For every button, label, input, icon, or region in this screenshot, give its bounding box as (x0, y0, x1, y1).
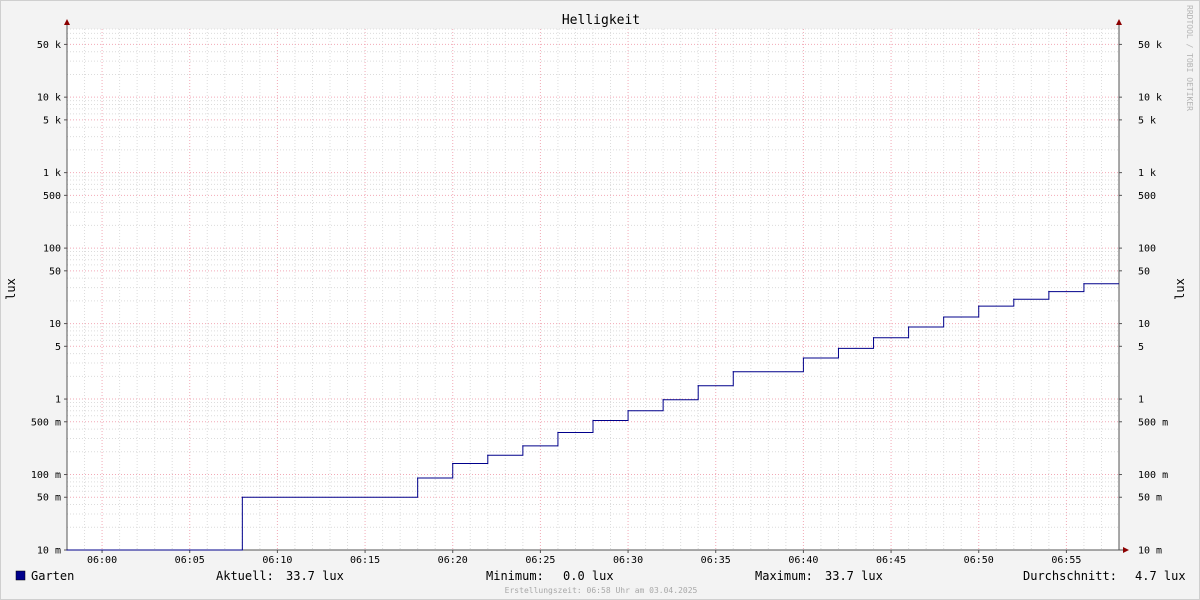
y-tick-label-right: 10 m (1138, 546, 1162, 557)
y-tick-label-left: 50 (49, 266, 61, 277)
y-tick-label-right: 500 m (1138, 417, 1168, 428)
x-tick-label: 06:55 (1051, 555, 1081, 566)
y-axis-label-right: lux (1173, 278, 1187, 300)
x-tick-label: 06:35 (701, 555, 731, 566)
chart-svg: Helligkeit RRDTOOL / TOBI OETIKER 10 m50… (4, 5, 1194, 595)
y-tick-label-left: 50 k (37, 40, 61, 51)
legend-series-name: Garten (31, 569, 74, 583)
y-tick-label-left: 500 (43, 191, 61, 202)
data-point (802, 357, 805, 359)
y-tick-label-left: 1 (55, 395, 61, 406)
x-tick-label: 06:15 (350, 555, 380, 566)
data-point (1048, 291, 1050, 293)
data-point (557, 431, 559, 434)
stat-avg-value: 4.7 lux (1135, 569, 1186, 583)
x-tick-label: 06:45 (876, 555, 906, 566)
y-axis-arrow-left (64, 19, 70, 25)
data-point (627, 410, 629, 412)
x-axis-arrow (1123, 547, 1129, 553)
y-tick-label-left: 10 k (37, 93, 61, 104)
stat-current-value: 33.7 lux (286, 569, 344, 583)
stat-max-label: Maximum: (755, 569, 813, 583)
data-point (943, 316, 945, 318)
x-tick-label: 06:20 (438, 555, 468, 566)
data-point (978, 305, 980, 307)
data-point (1013, 298, 1015, 300)
y-tick-label-right: 50 k (1138, 40, 1162, 51)
footer-timestamp: Erstellungszeit: 06:58 Uhr am 03.04.2025 (505, 586, 698, 595)
stat-current-label: Aktuell: (216, 569, 274, 583)
y-tick-label-left: 5 k (43, 115, 61, 126)
chart-window: Helligkeit RRDTOOL / TOBI OETIKER 10 m 50… (0, 0, 1200, 600)
data-point (417, 477, 419, 479)
y-tick-label-right: 5 k (1138, 115, 1156, 126)
watermark: RRDTOOL / TOBI OETIKER (1185, 5, 1194, 111)
data-point (1083, 283, 1085, 285)
stat-min-label: Minimum: (486, 569, 544, 583)
y-tick-label-left: 50 m (37, 493, 61, 504)
x-tick-label: 06:25 (525, 555, 555, 566)
y-axis-label-left: lux (4, 278, 18, 300)
y-tick-label-right: 1 k (1138, 168, 1156, 179)
legend: Garten (15, 569, 74, 583)
data-point (592, 419, 594, 422)
x-tick-label: 06:40 (788, 555, 818, 566)
y-tick-label-right: 50 m (1138, 493, 1162, 504)
y-tick-labels-right: 10 m 50 m 100 m 500 m 1 5 10 50 100 500 1 k 5 k 10 k… (1119, 40, 1168, 557)
y-tick-label-left: 100 (43, 244, 61, 255)
y-tick-label-left: 5 (55, 342, 61, 353)
data-point (452, 462, 454, 465)
data-point (908, 326, 910, 328)
data-point (487, 454, 489, 456)
y-tick-label-right: 500 (1138, 191, 1156, 202)
y-tick-label-right: 10 (1138, 319, 1150, 330)
y-axis-arrow-right (1116, 19, 1122, 25)
y-tick-label-left: 1 k (43, 168, 61, 179)
data-point (66, 549, 68, 551)
y-tick-label-right: 100 m (1138, 470, 1168, 481)
data-point (241, 496, 243, 498)
x-tick-label: 06:30 (613, 555, 643, 566)
y-tick-label-left: 100 m (31, 470, 61, 481)
x-tick-label: 06:50 (964, 555, 994, 566)
data-point (872, 337, 875, 339)
x-tick-label: 06:10 (262, 555, 292, 566)
y-tick-label-left: 500 m (31, 417, 61, 428)
chart-title: Helligkeit (562, 13, 640, 28)
stat-max-value: 33.7 lux (825, 569, 883, 583)
data-point (732, 371, 734, 373)
data-point (522, 445, 524, 447)
x-tick-label: 06:05 (175, 555, 205, 566)
stats: Aktuell: 33.7 lux Minimum: 0.0 lux Maxim… (216, 569, 1186, 583)
data-point (697, 385, 699, 387)
legend-swatch (15, 570, 26, 581)
y-tick-label-right: 5 (1138, 342, 1144, 353)
x-tick-label: 06:00 (87, 555, 117, 566)
y-tick-label-right: 100 (1138, 244, 1156, 255)
y-tick-label-left: 10 (49, 319, 61, 330)
y-tick-label-right: 1 (1138, 395, 1144, 406)
stat-min-value: 0.0 lux (563, 569, 614, 583)
y-tick-label-right: 10 k (1138, 93, 1162, 104)
y-tick-label-right: 50 (1138, 266, 1150, 277)
y-tick-labels-left: 10 m 50 m 100 m 500 m 1 5 10 50 100 500 1 k 5 k 10 k… (31, 40, 67, 557)
y-tick-label-left: 10 m (37, 546, 61, 557)
data-point (662, 399, 664, 401)
x-tick-labels: 06:00 06:05 06:10 06:15 06:20 06:25 06:30 06:35… (87, 550, 1081, 566)
data-point (837, 347, 840, 349)
stat-avg-label: Durchschnitt: (1023, 569, 1117, 583)
